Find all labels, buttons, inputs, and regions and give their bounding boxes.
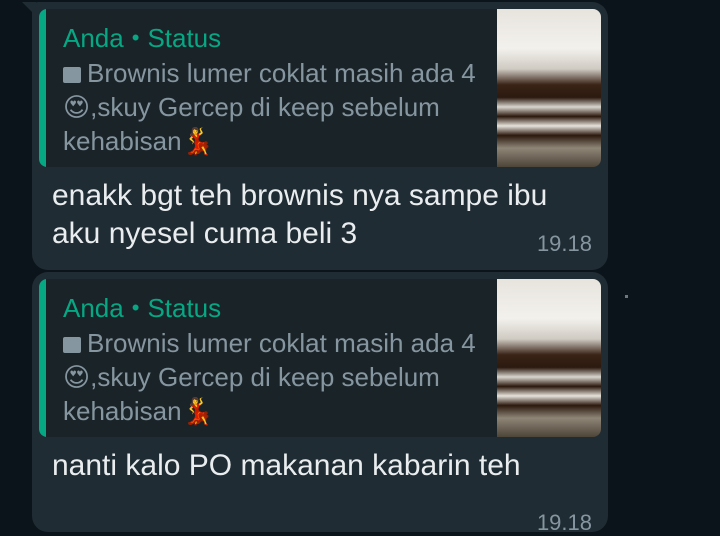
quote-sender: Anda [63, 23, 124, 53]
message-text: enakk bgt teh brownis nya sampe ibu aku … [52, 179, 548, 250]
quote-source: Status [147, 23, 222, 53]
quoted-status-reply[interactable]: Anda • Status Brownis lumer coklat masih… [39, 9, 601, 167]
status-thumbnail[interactable] [497, 9, 601, 167]
message-bubble[interactable]: Anda • Status Brownis lumer coklat masih… [32, 272, 608, 535]
quote-accent-bar [39, 9, 46, 167]
quote-accent-bar [39, 279, 46, 437]
quoted-status-reply[interactable]: Anda • Status Brownis lumer coklat masih… [39, 279, 601, 437]
message-bubble[interactable]: Anda • Status Brownis lumer coklat masih… [22, 2, 608, 270]
message-time: 19.18 [536, 231, 592, 256]
quote-header: Anda • Status [63, 291, 483, 325]
quote-separator: • [131, 25, 140, 50]
quote-sender: Anda [63, 293, 124, 323]
quote-text: Brownis lumer coklat masih ada 4😍,skuy G… [63, 328, 476, 426]
quote-header: Anda • Status [63, 21, 483, 55]
quote-source: Status [147, 293, 222, 323]
bubble-tail [22, 2, 36, 16]
quote-excerpt: Brownis lumer coklat masih ada 4😍,skuy G… [63, 56, 483, 158]
quote-separator: • [131, 295, 140, 320]
quote-text: Brownis lumer coklat masih ada 4😍,skuy G… [63, 58, 476, 156]
stray-mark [625, 295, 628, 298]
status-thumbnail[interactable] [497, 279, 601, 437]
image-icon [63, 67, 81, 83]
image-icon [63, 337, 81, 353]
quote-excerpt: Brownis lumer coklat masih ada 4😍,skuy G… [63, 326, 483, 428]
message-text: nanti kalo PO makanan kabarin teh [52, 449, 521, 482]
